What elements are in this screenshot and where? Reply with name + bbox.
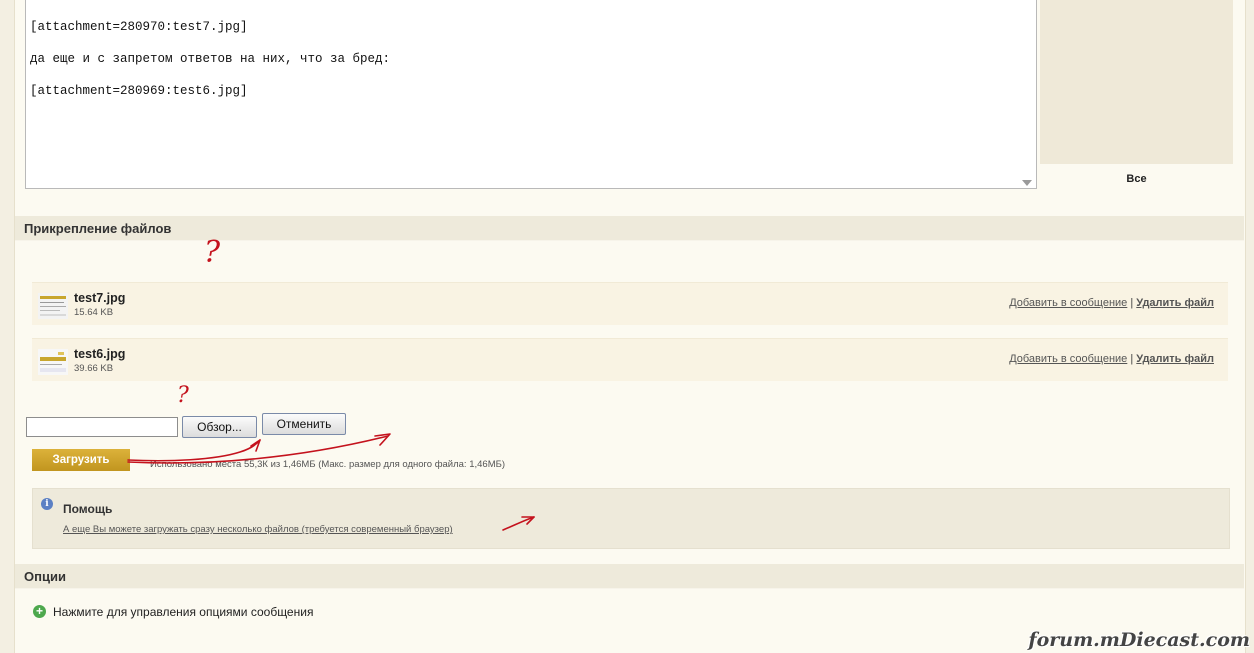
help-box: i Помощь А еще Вы можете загружать сразу…	[32, 488, 1230, 549]
file-path-input[interactable]	[26, 417, 178, 437]
attachment-actions: Добавить в сообщение | Удалить файл	[1009, 297, 1214, 309]
cancel-button[interactable]: Отменить	[262, 413, 346, 435]
editor-line: да еще и с запретом ответов на них, что …	[30, 52, 391, 66]
attachment-size: 39.66 KB	[74, 363, 114, 374]
help-title: Помощь	[63, 502, 113, 516]
attachment-row: test6.jpg 39.66 KB Добавить в сообщение …	[32, 338, 1228, 381]
quota-usage-text: Использовано места 55,3К из 1,46МБ (Макс…	[150, 459, 506, 470]
attachment-name: test6.jpg	[74, 347, 126, 361]
options-section-title: Опции	[24, 569, 66, 584]
editor-line: [attachment=280970:test7.jpg]	[30, 20, 248, 34]
smilies-panel	[1040, 0, 1233, 164]
options-toggle-link[interactable]: Нажмите для управления опциями сообщения	[53, 605, 313, 619]
delete-file-link[interactable]: Удалить файл	[1136, 297, 1214, 309]
plus-circle-icon[interactable]: +	[33, 605, 46, 618]
attachment-name: test7.jpg	[74, 291, 126, 305]
action-separator: |	[1130, 297, 1134, 309]
editor-line: [attachment=280969:test6.jpg]	[30, 84, 248, 98]
scroll-down-arrow-icon[interactable]	[1022, 180, 1032, 186]
attachment-actions: Добавить в сообщение | Удалить файл	[1009, 353, 1214, 365]
options-section-header: Опции	[15, 564, 1244, 589]
add-to-post-link[interactable]: Добавить в сообщение	[1009, 353, 1127, 365]
add-to-post-link[interactable]: Добавить в сообщение	[1009, 297, 1127, 309]
browse-button[interactable]: Обзор...	[182, 416, 257, 438]
info-icon: i	[41, 498, 53, 510]
attachment-thumbnail	[38, 349, 68, 375]
attachment-row: test7.jpg 15.64 KB Добавить в сообщение …	[32, 282, 1228, 325]
attachment-thumbnail	[38, 293, 68, 319]
attachment-size: 15.64 KB	[74, 307, 114, 318]
upload-button[interactable]: Загрузить	[32, 449, 130, 471]
action-separator: |	[1130, 353, 1134, 365]
multi-upload-link[interactable]: А еще Вы можете загружать сразу нескольк…	[63, 524, 453, 535]
message-editor[interactable]: [attachment=280970:test7.jpg] да еще и с…	[25, 0, 1037, 189]
attachments-section-header: Прикрепление файлов	[15, 216, 1244, 241]
delete-file-link[interactable]: Удалить файл	[1136, 353, 1214, 365]
forum-watermark: forum.mDiecast.com	[1028, 629, 1250, 651]
smilies-all-link[interactable]: Все	[1040, 173, 1233, 185]
attachments-section-title: Прикрепление файлов	[24, 221, 172, 236]
